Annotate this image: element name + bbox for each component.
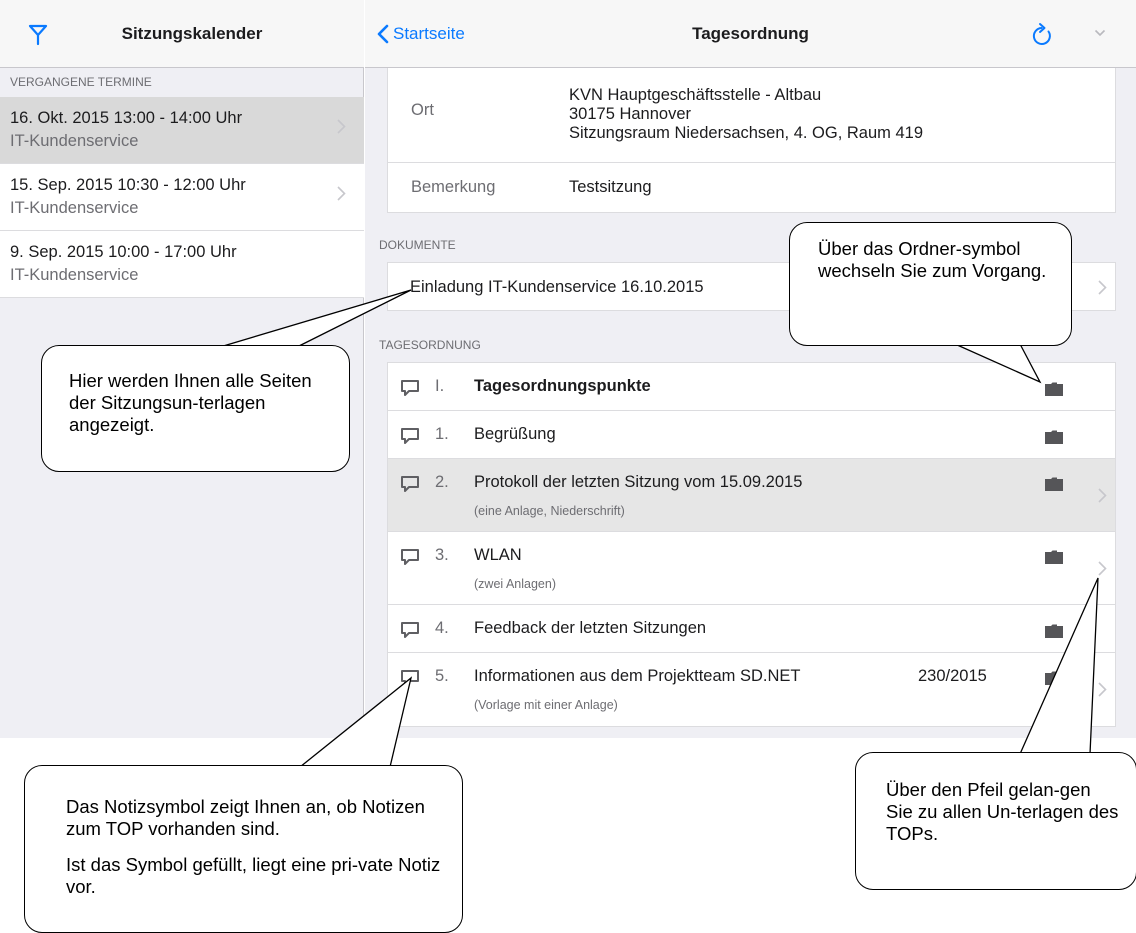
agenda-title: Feedback der letzten Sitzungen (474, 619, 707, 637)
meeting-date: 15. Sep. 2015 10:30 - 12:00 Uhr (10, 176, 246, 194)
note-icon[interactable] (400, 669, 420, 687)
callout-documents: Hier werden Ihnen alle Seiten der Sitzun… (41, 345, 350, 472)
agenda-title: Protokoll der letzten Sitzung vom 15.09.… (474, 473, 803, 491)
chevron-right-icon[interactable] (1098, 682, 1107, 697)
agenda-number: 4. (435, 619, 449, 637)
agenda-subtitle: (zwei Anlagen) (474, 577, 556, 591)
chevron-right-icon[interactable] (1098, 561, 1107, 576)
meeting-date: 16. Okt. 2015 13:00 - 14:00 Uhr (10, 109, 243, 127)
chevron-right-icon (337, 119, 346, 134)
agenda-navbar: Startseite Tagesordnung (365, 0, 1136, 68)
meeting-date: 9. Sep. 2015 10:00 - 17:00 Uhr (10, 243, 237, 261)
folder-icon[interactable] (1045, 477, 1063, 491)
chevron-right-icon (337, 186, 346, 201)
folder-icon[interactable] (1045, 430, 1063, 444)
agenda-subtitle: (eine Anlage, Niederschrift) (474, 504, 625, 518)
meeting-info-card: Ort KVN Hauptgeschäftsstelle - Altbau 30… (387, 68, 1116, 213)
agenda-title: Tagesordnung (692, 24, 809, 43)
past-dates-header: VERGANGENE TERMINE (10, 75, 152, 89)
agenda-number: 3. (435, 546, 449, 564)
callout-folder: Über das Ordner-symbol wechseln Sie zum … (789, 222, 1072, 346)
agenda-item[interactable]: 3. WLAN (zwei Anlagen) (388, 532, 1115, 605)
callout-folder-text: Über das Ordner-symbol wechseln Sie zum … (818, 238, 1047, 281)
agenda-item[interactable]: 1. Begrüßung (388, 411, 1115, 459)
location-line: 30175 Hannover (569, 105, 692, 123)
chevron-right-icon (1098, 280, 1107, 295)
chevron-down-icon[interactable] (1094, 28, 1106, 38)
note-icon[interactable] (400, 427, 420, 445)
folder-icon[interactable] (1045, 671, 1063, 685)
note-icon[interactable] (400, 621, 420, 639)
callout-note-text: Ist das Symbol gefüllt, liegt eine pri-v… (66, 854, 441, 897)
remark-label: Bemerkung (411, 178, 496, 196)
agenda-number: I. (435, 377, 445, 395)
meeting-list: 16. Okt. 2015 13:00 - 14:00 Uhr IT-Kunde… (0, 97, 364, 298)
location-row: Ort KVN Hauptgeschäftsstelle - Altbau 30… (388, 68, 1115, 163)
agenda-list: I. Tagesordnungspunkte 1. Begrüßung 2. P… (387, 362, 1116, 727)
agenda-subtitle: (Vorlage mit einer Anlage) (474, 698, 618, 712)
agenda-item[interactable]: 4. Feedback der letzten Sitzungen (388, 605, 1115, 653)
location-line: KVN Hauptgeschäftsstelle - Altbau (569, 86, 822, 104)
chevron-right-icon[interactable] (1098, 488, 1107, 503)
documents-header: DOKUMENTE (379, 238, 456, 252)
agenda-number: 5. (435, 667, 449, 685)
agenda-number: 1. (435, 425, 449, 443)
meeting-item[interactable]: 15. Sep. 2015 10:30 - 12:00 Uhr IT-Kunde… (0, 164, 364, 231)
agenda-header: TAGESORDNUNG (379, 338, 481, 352)
agenda-item[interactable]: 2. Protokoll der letzten Sitzung vom 15.… (388, 459, 1115, 532)
folder-icon[interactable] (1045, 382, 1063, 396)
remark-value: Testsitzung (569, 178, 652, 196)
callout-note: Das Notizsymbol zeigt Ihnen an, ob Notiz… (24, 765, 463, 933)
location-line: Sitzungsraum Niedersachsen, 4. OG, Raum … (569, 124, 924, 142)
document-title: Einladung IT-Kundenservice 16.10.2015 (410, 278, 704, 296)
callout-documents-text: Hier werden Ihnen alle Seiten der Sitzun… (69, 370, 312, 435)
calendar-title: Sitzungskalender (121, 24, 263, 43)
note-icon[interactable] (400, 548, 420, 566)
meeting-item[interactable]: 9. Sep. 2015 10:00 - 17:00 Uhr IT-Kunden… (0, 231, 364, 298)
agenda-item[interactable]: 5. Informationen aus dem Projektteam SD.… (388, 653, 1115, 726)
calendar-navbar: Sitzungskalender (0, 0, 364, 68)
callout-arrow: Über den Pfeil gelan-gen Sie zu allen Un… (855, 752, 1136, 890)
meeting-organization: IT-Kundenservice (10, 132, 139, 150)
agenda-title: Tagesordnungspunkte (474, 377, 651, 395)
agenda-pane: Startseite Tagesordnung Ort KVN Hauptges… (365, 0, 1136, 738)
agenda-item[interactable]: I. Tagesordnungspunkte (388, 363, 1115, 411)
agenda-number: 2. (435, 473, 449, 491)
remark-row: Bemerkung Testsitzung (388, 163, 1115, 212)
callout-note-text: Das Notizsymbol zeigt Ihnen an, ob Notiz… (66, 796, 425, 839)
meeting-organization: IT-Kundenservice (10, 199, 139, 217)
callout-arrow-text: Über den Pfeil gelan-gen Sie zu allen Un… (886, 779, 1119, 844)
folder-icon[interactable] (1045, 550, 1063, 564)
meeting-item[interactable]: 16. Okt. 2015 13:00 - 14:00 Uhr IT-Kunde… (0, 97, 364, 164)
agenda-title: Begrüßung (474, 425, 556, 443)
note-icon[interactable] (400, 475, 420, 493)
agenda-reference: 230/2015 (918, 667, 987, 685)
refresh-icon[interactable] (1030, 22, 1054, 48)
meeting-organization: IT-Kundenservice (10, 266, 139, 284)
agenda-title: Informationen aus dem Projektteam SD.NET (474, 667, 801, 685)
agenda-title: WLAN (474, 546, 522, 564)
location-value: KVN Hauptgeschäftsstelle - Altbau 30175 … (569, 86, 923, 143)
note-icon[interactable] (400, 379, 420, 397)
location-label: Ort (411, 101, 434, 119)
folder-icon[interactable] (1045, 624, 1063, 638)
